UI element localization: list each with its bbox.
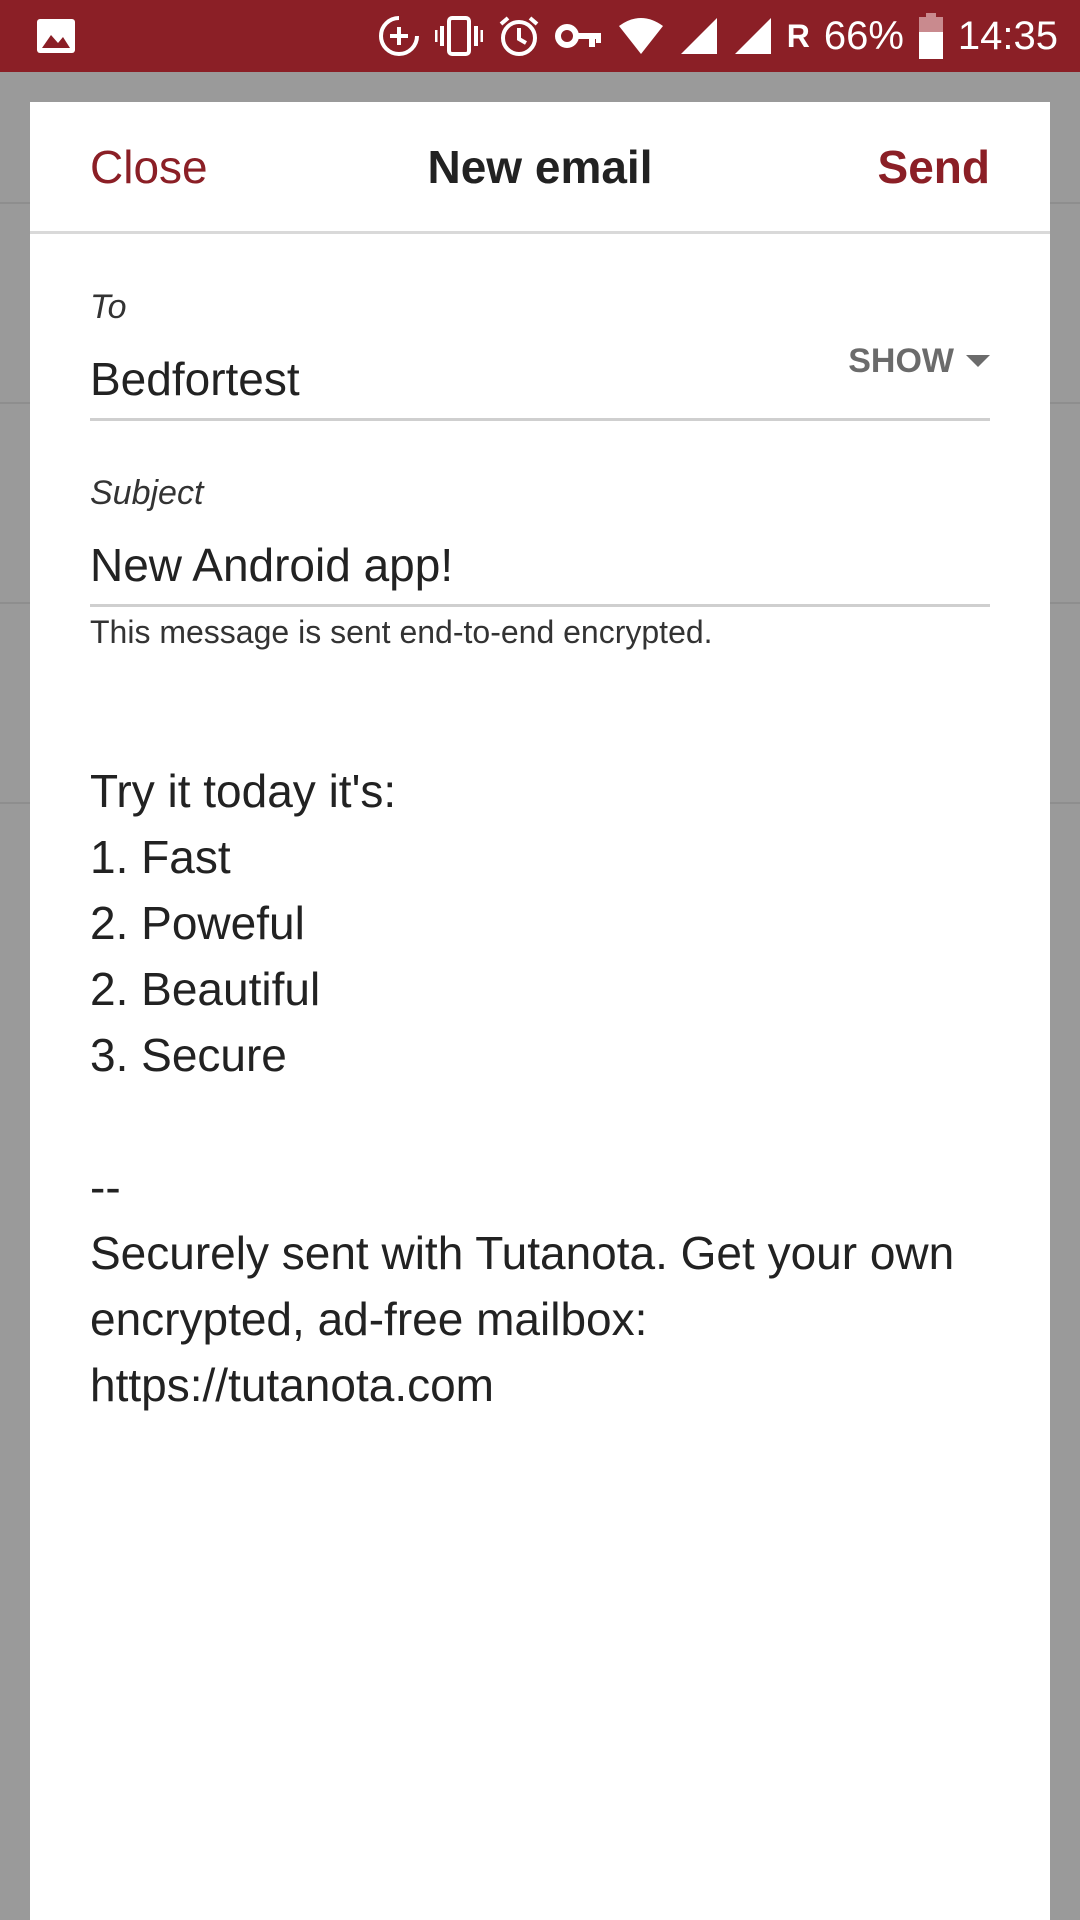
show-recipients-button[interactable]: SHOW (848, 342, 990, 381)
body-line: 1. Fast (90, 831, 231, 883)
roaming-indicator: R (786, 17, 810, 54)
compose-email-dialog: Close New email Send To Bedfortest SHOW … (30, 102, 1050, 1920)
send-button[interactable]: Send (878, 140, 990, 194)
signature-separator: -- (90, 1161, 121, 1213)
body-line: 3. Secure (90, 1029, 287, 1081)
to-field[interactable]: Bedfortest (90, 352, 300, 406)
subject-field-underline (90, 604, 990, 607)
body-line: Try it today it's: (90, 765, 397, 817)
subject-field[interactable]: New Android app! (90, 538, 453, 592)
signature-line: Securely sent with Tutanota. Get your ow… (90, 1227, 955, 1279)
clock: 14:35 (957, 13, 1058, 58)
caret-down-icon (966, 354, 990, 369)
to-field-underline (90, 418, 990, 421)
body-line: 2. Beautiful (90, 963, 321, 1015)
status-bar: R 66% 14:35 (0, 0, 1080, 72)
signature-line: encrypted, ad-free mailbox: (90, 1293, 648, 1345)
signal-icon (679, 16, 719, 56)
to-label: To (90, 288, 127, 326)
image-icon (36, 18, 76, 54)
alarm-icon (497, 14, 541, 58)
body-line: 2. Poweful (90, 897, 305, 949)
data-saver-icon (377, 14, 421, 58)
vibrate-icon (434, 14, 483, 58)
wifi-icon (617, 16, 665, 56)
battery-percentage: 66% (823, 13, 904, 58)
dialog-header: Close New email Send (30, 102, 1050, 234)
encryption-notice: This message is sent end-to-end encrypte… (90, 614, 713, 650)
signal-icon (733, 16, 773, 56)
vpn-key-icon (554, 21, 603, 51)
signature-link[interactable]: https://tutanota.com (90, 1352, 1010, 1418)
show-label: SHOW (848, 342, 954, 380)
subject-label: Subject (90, 474, 204, 512)
body-line (90, 1088, 1010, 1154)
battery-icon (918, 13, 944, 59)
message-body-editor[interactable]: Try it today it's: 1. Fast 2. Poweful 2.… (90, 758, 1010, 1418)
